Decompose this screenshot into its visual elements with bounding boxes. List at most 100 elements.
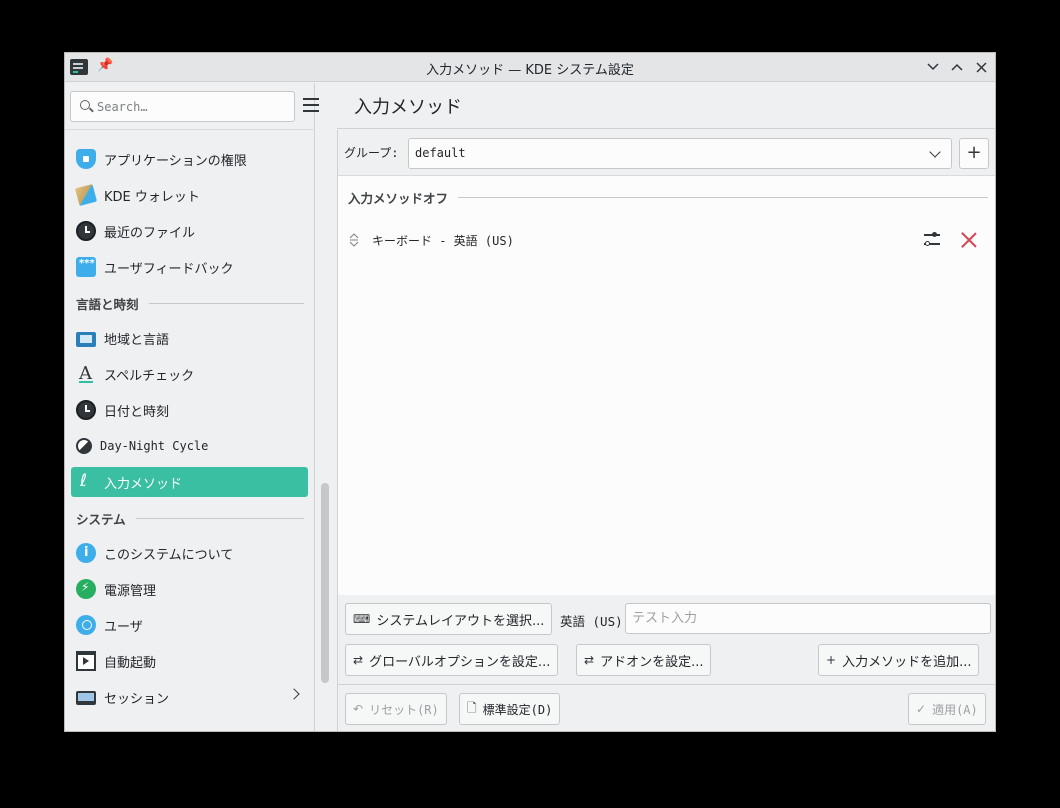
maximize-button[interactable]	[947, 57, 967, 77]
power-icon	[76, 579, 96, 599]
apply-button[interactable]: ✓ 適用(A)	[908, 693, 986, 725]
sidebar-item-app-permissions[interactable]: アプリケーションの権限	[71, 144, 308, 174]
session-icon	[76, 690, 96, 705]
chevron-down-icon	[927, 63, 939, 71]
sidebar-item-region-language[interactable]: 地域と言語	[71, 323, 308, 353]
sidebar-item-autostart[interactable]: 自動起動	[71, 646, 308, 676]
section-system: システム	[76, 508, 304, 528]
section-language-time: 言語と時刻	[76, 293, 304, 313]
chevron-down-icon	[929, 146, 941, 158]
sidebar-item-spellcheck[interactable]: スペルチェック	[71, 359, 308, 389]
sidebar-item-session[interactable]: セッション	[71, 682, 308, 712]
clock-icon	[76, 221, 96, 241]
button-label: 適用(A)	[932, 702, 978, 717]
window-title: 入力メソッド — KDE システム設定	[426, 63, 634, 78]
add-group-button[interactable]: +	[959, 138, 989, 169]
footer-divider	[338, 684, 995, 685]
sidebar-item-power-management[interactable]: 電源管理	[71, 574, 308, 604]
global-options-button[interactable]: ⇄ グローバルオプションを設定...	[345, 644, 559, 676]
button-label: システムレイアウトを選択...	[376, 613, 545, 629]
feedback-icon	[76, 257, 96, 277]
sidebar-item-recent-files[interactable]: 最近のファイル	[71, 216, 308, 246]
close-button[interactable]	[971, 57, 991, 77]
section-title: 言語と時刻	[76, 296, 139, 312]
wallet-icon	[74, 183, 98, 207]
titlebar: 📌 入力メソッド — KDE システム設定	[65, 53, 995, 82]
page-title: 入力メソッド	[354, 97, 462, 118]
input-method-row[interactable]: キーボード - 英語 (US)	[348, 225, 988, 255]
sidebar-item-label: Day-Night Cycle	[100, 439, 209, 453]
main-panel: 入力メソッド グループ: default + 入力メソッドオフ キーボード - …	[337, 83, 995, 731]
section-title: 入力メソッドオフ	[348, 190, 449, 206]
sidebar-scrollbar[interactable]	[321, 483, 329, 683]
input-method-icon	[76, 471, 96, 492]
plus-icon: +	[826, 653, 837, 667]
input-method-name: キーボード - 英語 (US)	[372, 233, 514, 248]
sidebar-list: アプリケーションの権限 KDE ウォレット 最近のファイル ユーザフィードバック…	[65, 129, 315, 729]
bottom-panel: ⌨ システムレイアウトを選択... 英語 (US) ⇄ グローバルオプションを設…	[337, 595, 995, 731]
sidebar-item-label: 電源管理	[104, 583, 157, 599]
sidebar-item-user-feedback[interactable]: ユーザフィードバック	[71, 252, 308, 282]
sidebar-item-label: 地域と言語	[104, 332, 170, 348]
sidebar-item-label: アプリケーションの権限	[104, 153, 247, 169]
select-system-layout-button[interactable]: ⌨ システムレイアウトを選択...	[345, 603, 553, 635]
group-toolbar: グループ: default +	[338, 130, 995, 176]
group-select-value: default	[415, 146, 466, 160]
sidebar-item-label: 日付と時刻	[104, 404, 170, 420]
check-icon: ✓	[916, 702, 927, 716]
sidebar-item-label: このシステムについて	[104, 547, 234, 563]
sidebar-item-label: 入力メソッド	[104, 476, 183, 492]
search-icon	[80, 100, 90, 110]
layout-name: 英語 (US)	[560, 614, 623, 629]
content-area: グループ: default + 入力メソッドオフ キーボード - 英語 (US)	[337, 130, 995, 595]
group-select[interactable]: default	[408, 138, 952, 169]
close-icon	[975, 61, 987, 73]
button-label: グローバルオプションを設定...	[369, 654, 551, 670]
configure-icon[interactable]	[923, 231, 941, 249]
info-icon	[76, 543, 96, 563]
sidebar-item-label: 自動起動	[104, 655, 157, 671]
configure-icon: ⇄	[353, 653, 364, 667]
search-input[interactable]	[97, 97, 287, 117]
sidebar-item-input-method[interactable]: 入力メソッド	[71, 467, 308, 497]
sidebar-item-label: KDE ウォレット	[104, 189, 200, 205]
shield-icon	[76, 149, 96, 169]
configure-addons-button[interactable]: ⇄ アドオンを設定...	[576, 644, 712, 676]
add-input-method-button[interactable]: + 入力メソッドを追加...	[818, 644, 980, 676]
sidebar-item-day-night-cycle[interactable]: Day-Night Cycle	[71, 431, 308, 461]
clock-icon	[76, 400, 96, 420]
button-label: 入力メソッドを追加...	[842, 654, 972, 670]
undo-icon: ↶	[353, 702, 364, 716]
minimize-button[interactable]	[923, 57, 943, 77]
defaults-button[interactable]: 🗋 標準設定(D)	[459, 693, 561, 725]
sidebar-item-users[interactable]: ユーザ	[71, 610, 308, 640]
sidebar: アプリケーションの権限 KDE ウォレット 最近のファイル ユーザフィードバック…	[65, 83, 329, 731]
sidebar-item-kde-wallet[interactable]: KDE ウォレット	[71, 180, 308, 210]
day-night-icon	[76, 438, 92, 454]
search-box[interactable]	[70, 91, 295, 122]
configure-icon: ⇄	[584, 653, 595, 667]
input-method-section: 入力メソッドオフ	[348, 187, 988, 207]
chevron-right-icon	[288, 688, 300, 700]
chevron-up-icon	[951, 63, 963, 71]
sidebar-item-date-time[interactable]: 日付と時刻	[71, 395, 308, 425]
drag-handle-icon[interactable]	[348, 231, 360, 249]
hamburger-menu-button[interactable]	[303, 98, 319, 112]
document-icon: 🗋	[467, 700, 477, 715]
test-input[interactable]	[625, 603, 991, 634]
autostart-icon	[76, 651, 96, 671]
remove-icon[interactable]	[959, 230, 979, 250]
sidebar-item-label: スペルチェック	[104, 368, 195, 384]
sidebar-item-about-system[interactable]: このシステムについて	[71, 538, 308, 568]
settings-window: 📌 入力メソッド — KDE システム設定 アプリケーションの権限	[64, 52, 996, 732]
monitor-icon	[76, 331, 96, 347]
spellcheck-icon	[76, 363, 96, 384]
sidebar-item-label: ユーザフィードバック	[104, 261, 234, 277]
group-label: グループ:	[344, 146, 399, 160]
keyboard-icon: ⌨	[353, 612, 371, 626]
button-label: アドオンを設定...	[600, 654, 704, 670]
sidebar-item-label: ユーザ	[104, 619, 143, 635]
reset-button[interactable]: ↶ リセット(R)	[345, 693, 447, 725]
page-header: 入力メソッド	[337, 83, 995, 129]
section-title: システム	[76, 511, 126, 527]
